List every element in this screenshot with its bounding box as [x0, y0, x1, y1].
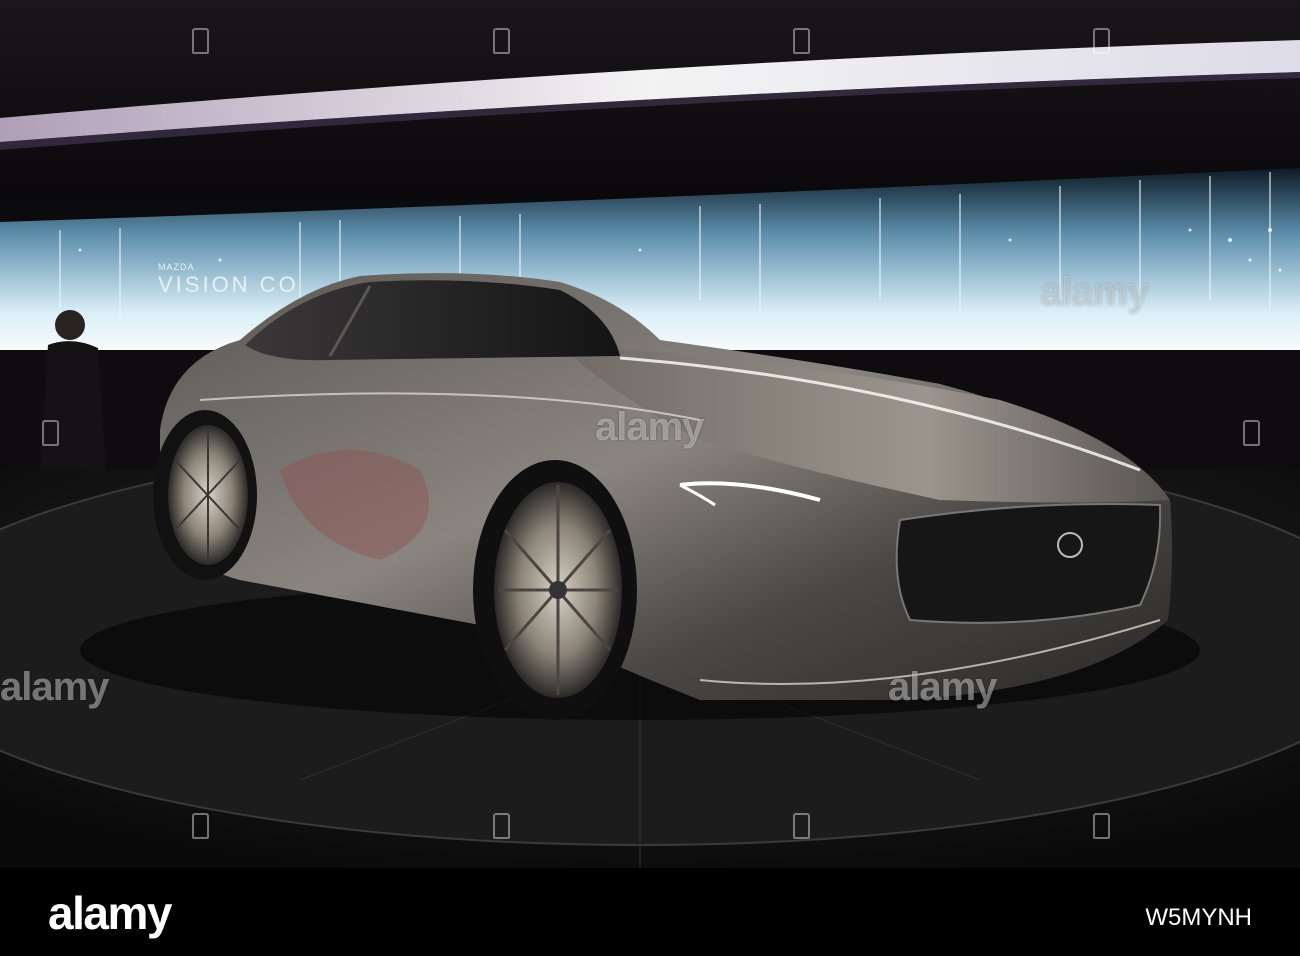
watermark-icon — [192, 813, 209, 839]
watermark-icon — [793, 28, 810, 54]
rear-wheel — [153, 410, 257, 580]
front-wheel — [473, 460, 637, 720]
watermark-text: alamy — [888, 665, 997, 709]
watermark-icon — [793, 813, 810, 839]
watermark-icon — [493, 28, 510, 54]
watermark-icon — [1093, 813, 1110, 839]
watermark-text: alamy — [595, 405, 704, 449]
screen-title-text: VISION CO — [158, 272, 299, 297]
watermark-icon — [1243, 420, 1260, 446]
image-id: W5MYNH — [1145, 904, 1252, 931]
watermark-text: alamy — [0, 665, 109, 709]
watermark-text: alamy — [1040, 270, 1149, 314]
watermark-icon — [493, 813, 510, 839]
screen-brand-text: MAZDA — [158, 262, 195, 272]
watermark-icon — [1093, 28, 1110, 54]
photo: MAZDA VISION CO alamy alamy alamy alamy — [0, 0, 1300, 868]
watermark-icon — [192, 28, 209, 54]
footer-logo[interactable]: alamy — [48, 886, 172, 940]
watermark-icon — [42, 420, 59, 446]
footer-bar: alamy W5MYNH — [0, 868, 1300, 956]
